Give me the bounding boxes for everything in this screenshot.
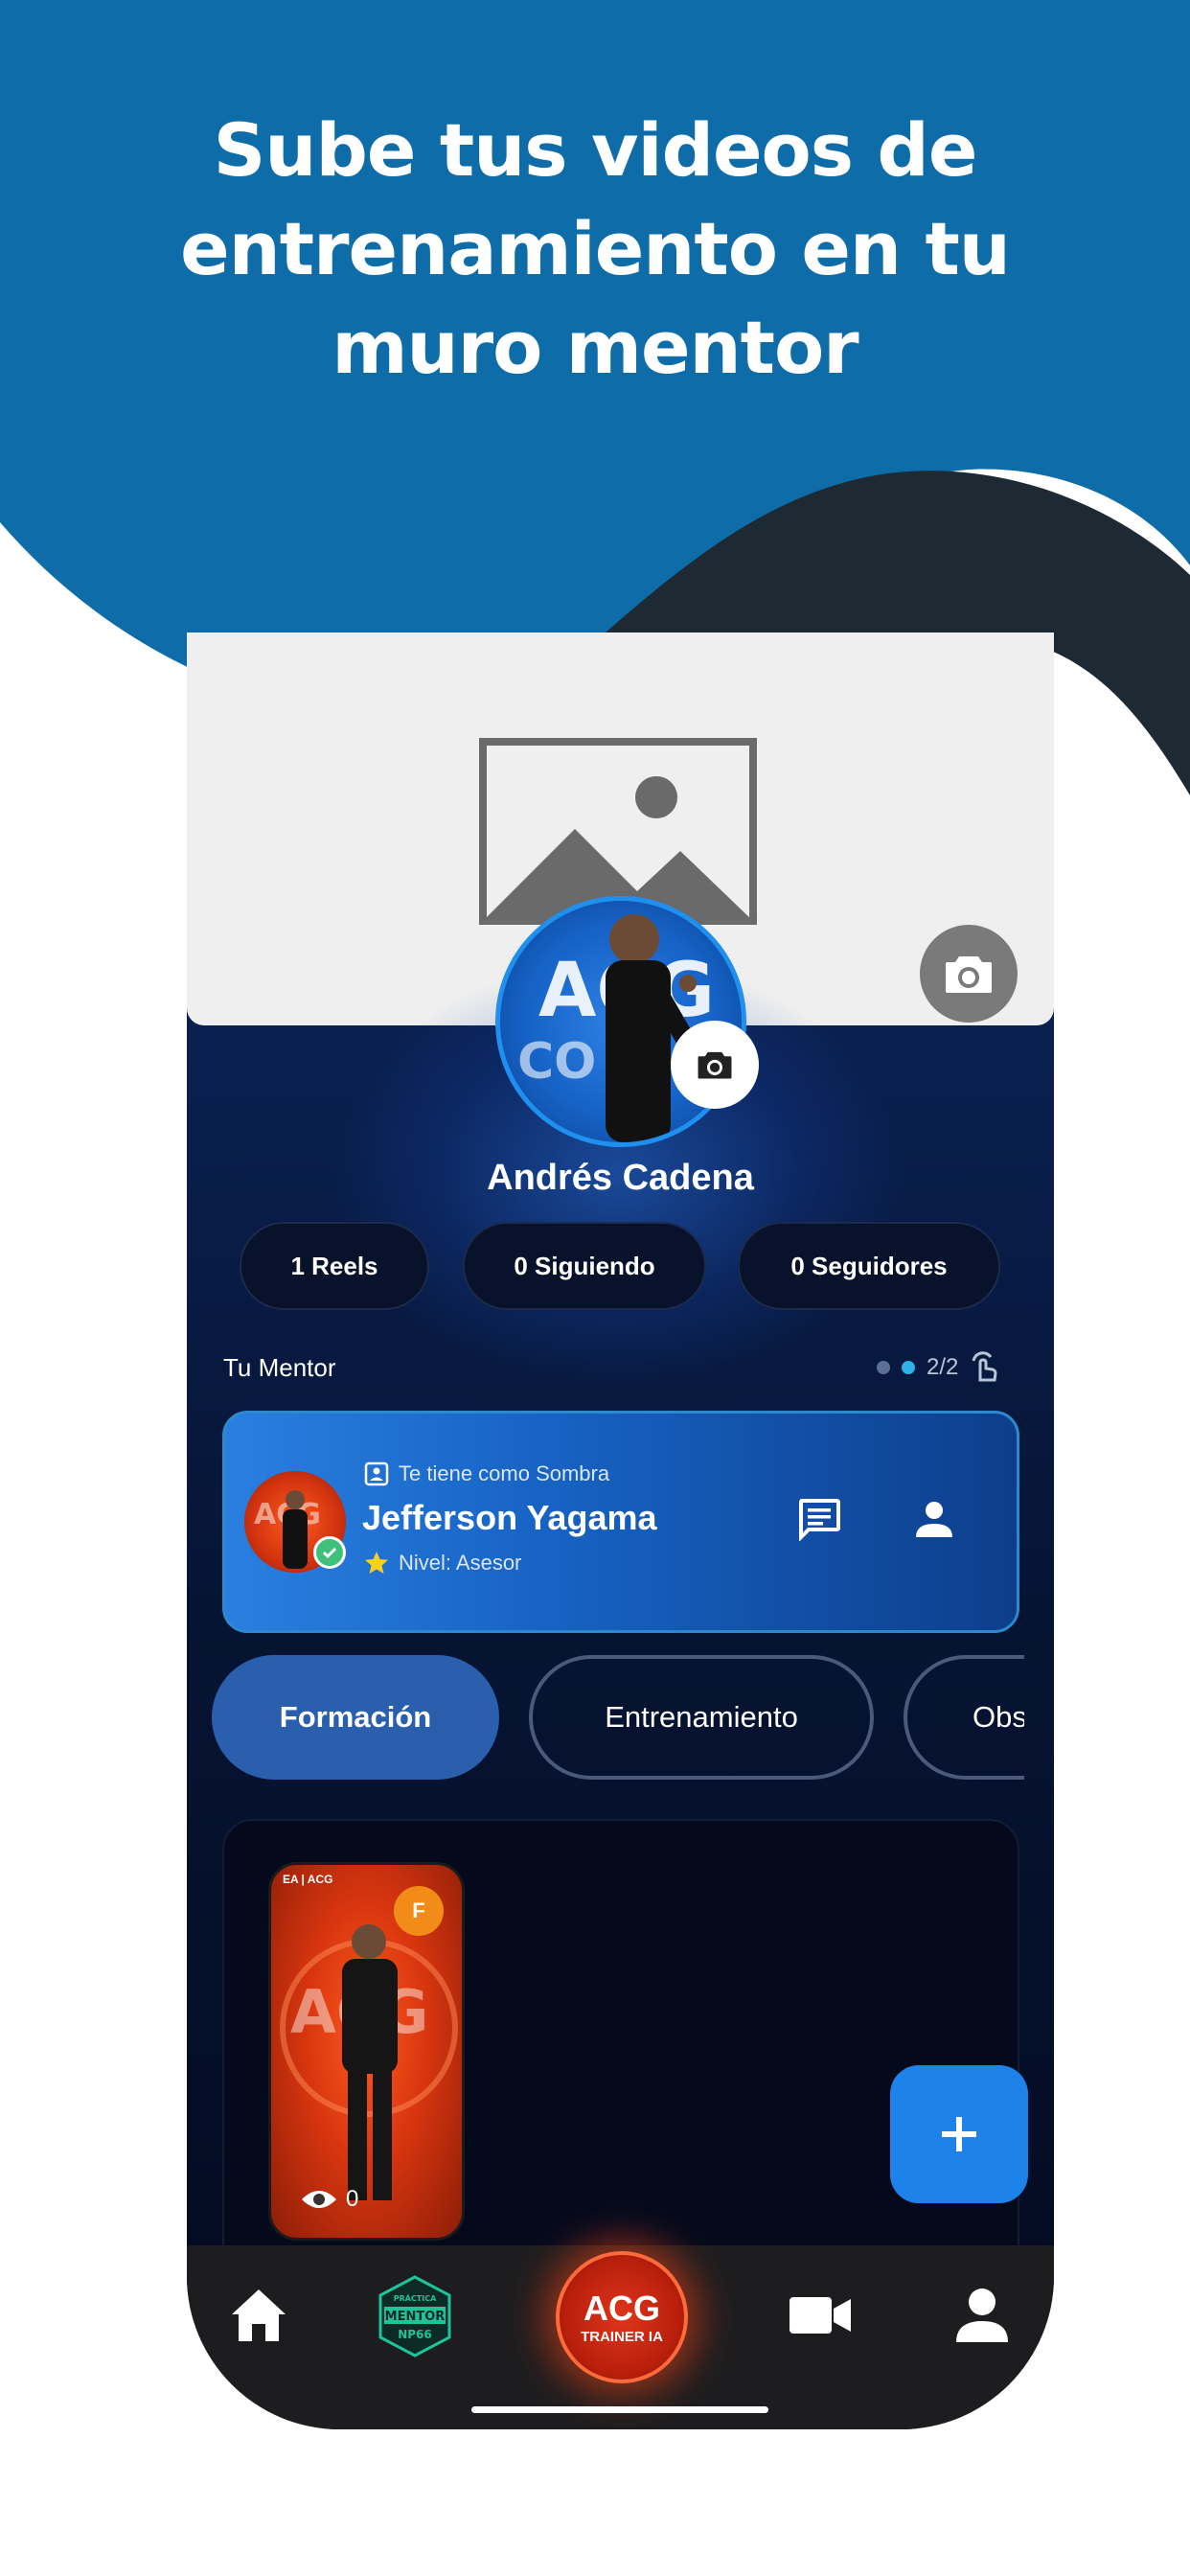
chat-icon — [799, 1499, 840, 1541]
cover-camera-button[interactable] — [920, 925, 1018, 1023]
reel-views: 0 — [300, 2186, 358, 2213]
nav-acg-trainer[interactable]: ACG TRAINER IA — [556, 2251, 688, 2383]
svg-text:NP66: NP66 — [398, 2328, 432, 2341]
video-camera-icon — [790, 2297, 851, 2334]
eye-icon — [302, 2191, 336, 2208]
pager-dot — [877, 1361, 890, 1374]
tab-entrenamiento[interactable]: Entrenamiento — [529, 1655, 874, 1780]
nav-home[interactable] — [225, 2282, 292, 2349]
star-icon — [365, 1552, 388, 1574]
followers-count-button[interactable]: 0 Seguidores — [738, 1222, 1000, 1310]
check-icon — [322, 1547, 337, 1559]
home-indicator — [471, 2406, 768, 2413]
add-video-button[interactable] — [890, 2065, 1028, 2203]
phone-screen: AC G CO Andrés Cadena 1 Reels 0 Siguiend… — [187, 632, 1054, 2429]
following-count-button[interactable]: 0 Siguiendo — [463, 1222, 706, 1310]
mentor-section-title: Tu Mentor — [223, 1353, 336, 1382]
reel-brand: EA | ACG — [283, 1873, 333, 1886]
reel-views-count: 0 — [346, 2186, 359, 2212]
tab-overflow-clip: Obs — [904, 1655, 1024, 1780]
mentor-level: Nivel: Asesor — [364, 1551, 521, 1576]
person-icon — [916, 1502, 952, 1537]
svg-text:PRÁCTICA: PRÁCTICA — [394, 2292, 437, 2303]
mentor-chat-button[interactable] — [790, 1490, 848, 1548]
camera-icon — [946, 956, 992, 993]
verified-check — [313, 1536, 346, 1569]
swipe-hand-icon — [972, 1351, 997, 1382]
avatar-camera-button[interactable] — [671, 1021, 759, 1109]
mentor-badge-icon: PRÁCTICA MENTOR NP66 — [378, 2275, 451, 2358]
mentor-name: Jefferson Yagama — [362, 1498, 657, 1537]
nav-profile[interactable] — [949, 2282, 1016, 2349]
nav-center-line2: TRAINER IA — [581, 2328, 663, 2345]
headline: Sube tus videos de entrenamiento en tu m… — [180, 107, 1011, 390]
mentor-tag-text: Te tiene como Sombra — [399, 1461, 610, 1485]
id-card-icon — [364, 1461, 389, 1486]
reels-count-button[interactable]: 1 Reels — [240, 1222, 429, 1310]
pager-dot-active — [902, 1361, 915, 1374]
camera-icon — [698, 1051, 732, 1079]
pager-count: 2/2 — [927, 1354, 959, 1380]
reel-badge: F — [394, 1886, 444, 1936]
mentor-level-text: Nivel: Asesor — [399, 1551, 522, 1575]
person-icon — [956, 2288, 1008, 2342]
tab-obs[interactable]: Obs — [904, 1655, 1024, 1780]
nav-videos[interactable] — [787, 2282, 854, 2349]
profile-name: Andrés Cadena — [487, 1158, 754, 1198]
svg-text:MENTOR: MENTOR — [385, 2310, 446, 2324]
bottom-navigation: PRÁCTICA MENTOR NP66 ACG TRAINER IA — [187, 2245, 1054, 2429]
home-icon — [232, 2289, 286, 2341]
tab-formacion[interactable]: Formación — [212, 1655, 499, 1780]
svg-text:CO: CO — [517, 1033, 596, 1091]
mentor-pager[interactable]: 2/2 — [877, 1351, 998, 1384]
mentor-profile-button[interactable] — [905, 1490, 963, 1548]
mentor-card[interactable]: ACG Te tiene como Sombra Jefferson Yagam… — [222, 1411, 1019, 1633]
nav-mentor[interactable]: PRÁCTICA MENTOR NP66 — [377, 2274, 453, 2358]
mentor-tag: Te tiene como Sombra — [364, 1461, 609, 1486]
nav-center-line1: ACG — [584, 2288, 660, 2328]
plus-icon — [942, 2117, 976, 2151]
reel-thumbnail[interactable]: EA | ACG ACG F 0 — [268, 1862, 465, 2241]
